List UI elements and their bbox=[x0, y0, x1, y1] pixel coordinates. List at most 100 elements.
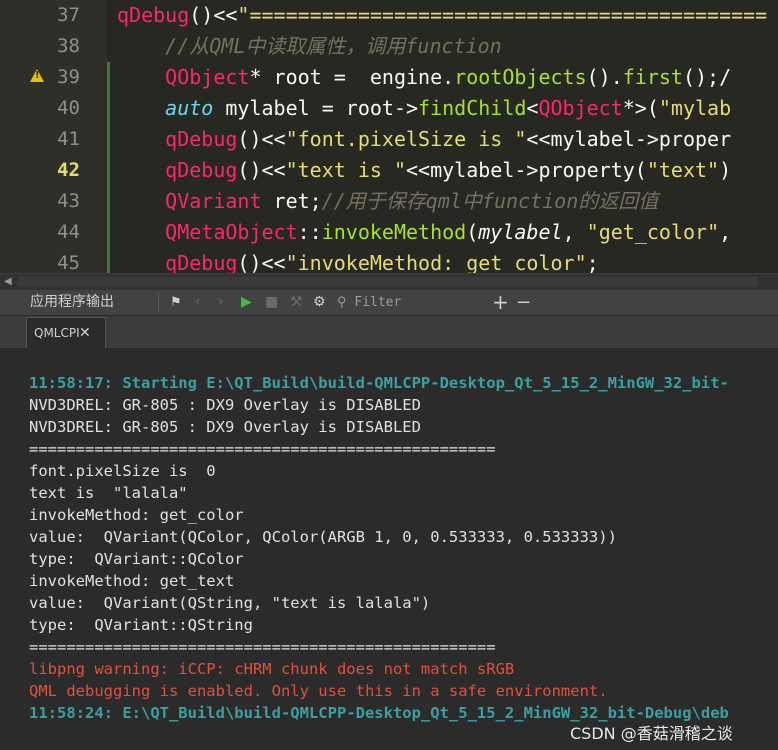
output-line: NVD3DREL: GR-805 : DX9 Overlay is DISABL… bbox=[29, 418, 421, 436]
horizontal-scrollbar[interactable]: ◀ bbox=[0, 273, 778, 290]
code-text: qDebug()<<"text is "<<mylabel->property(… bbox=[117, 155, 731, 186]
attach-icon[interactable]: ⚑ bbox=[170, 290, 182, 315]
run-icon[interactable]: ▶ bbox=[241, 290, 252, 315]
line-number: 45 bbox=[57, 252, 80, 273]
code-line[interactable]: 43 QVariant ret;//用于保存qml中function的返回值 bbox=[0, 186, 778, 217]
code-editor[interactable]: 37 qDebug()<<"===========================… bbox=[0, 0, 778, 273]
scroll-left-icon[interactable]: ◀ bbox=[4, 276, 12, 287]
code-token: ()<< bbox=[189, 3, 238, 27]
code-text: QObject* root = engine.rootObjects().fir… bbox=[117, 62, 731, 93]
output-line: invokeMethod: get_text bbox=[29, 572, 235, 590]
code-token: rootObjects bbox=[454, 65, 587, 89]
code-token: "text is " bbox=[285, 158, 407, 182]
output-line: value: QVariant(QColor, QColor(ARGB 1, 0… bbox=[29, 528, 617, 546]
code-token: //用于保存qml中function的返回值 bbox=[321, 189, 659, 213]
output-line: 11:58:17: Starting E:\QT_Build\build-QML… bbox=[29, 374, 729, 392]
output-line: libpng warning: iCCP: cHRM chunk does no… bbox=[29, 660, 515, 678]
tab-label: QMLCPI bbox=[34, 326, 80, 340]
output-line: type: QVariant::QString bbox=[29, 616, 253, 634]
line-number: 42 bbox=[57, 159, 80, 181]
code-token: <<mylabel->property( bbox=[406, 158, 647, 182]
code-line[interactable]: 39 QObject* root = engine.rootObjects().… bbox=[0, 62, 778, 93]
next-icon[interactable]: › bbox=[218, 290, 224, 315]
watermark: CSDN @香菇滑稽之谈 bbox=[570, 724, 733, 743]
code-token: ()<< bbox=[237, 158, 286, 182]
stop-icon[interactable]: ■ bbox=[265, 290, 278, 315]
line-number: 37 bbox=[57, 4, 80, 26]
change-marker bbox=[107, 217, 110, 248]
code-token: QObject bbox=[165, 65, 250, 89]
line-number: 40 bbox=[57, 97, 80, 119]
output-line: type: QVariant::QColor bbox=[29, 550, 244, 568]
remove-icon[interactable]: − bbox=[516, 290, 531, 315]
code-token: :: bbox=[297, 220, 322, 244]
change-marker bbox=[107, 93, 110, 124]
change-marker bbox=[107, 186, 110, 217]
output-line: NVD3DREL: GR-805 : DX9 Overlay is DISABL… bbox=[29, 396, 421, 414]
code-token: qDebug bbox=[117, 3, 190, 27]
code-token: findChild bbox=[418, 96, 527, 120]
code-token: "get_color" bbox=[586, 220, 720, 244]
code-token: mylabel bbox=[478, 220, 563, 244]
code-token: ret; bbox=[261, 189, 322, 213]
code-line[interactable]: 41 qDebug()<<"font.pixelSize is "<<mylab… bbox=[0, 124, 778, 155]
close-icon[interactable]: ✕ bbox=[79, 318, 91, 348]
toolbar-separator bbox=[158, 294, 159, 311]
output-line: invokeMethod: get_color bbox=[29, 506, 244, 524]
code-token: ( bbox=[466, 220, 479, 244]
code-token: "invokeMethod: get_color" bbox=[285, 251, 587, 273]
code-line[interactable]: 40 auto mylabel = root->findChild<QObjec… bbox=[0, 93, 778, 124]
output-line: font.pixelSize is 0 bbox=[29, 462, 216, 480]
code-text: qDebug()<<"font.pixelSize is "<<mylabel-… bbox=[117, 124, 731, 155]
code-line[interactable]: 42 qDebug()<<"text is "<<mylabel->proper… bbox=[0, 155, 778, 186]
code-line[interactable]: 44 QMetaObject::invokeMethod(mylabel, "g… bbox=[0, 217, 778, 248]
change-marker bbox=[107, 62, 110, 93]
line-number: 41 bbox=[57, 128, 80, 150]
line-number: 44 bbox=[57, 221, 80, 243]
code-token: ();/ bbox=[682, 65, 732, 89]
tab-qmlcpp[interactable]: QMLCPI ✕ bbox=[26, 317, 106, 348]
settings-gear-icon[interactable]: ⚙ bbox=[313, 290, 326, 315]
code-line[interactable]: 38 //从QML中读取属性，调用function bbox=[0, 31, 778, 62]
change-marker bbox=[107, 124, 110, 155]
code-token: QMetaObject bbox=[165, 220, 298, 244]
filter-input[interactable]: ⚲ Filter bbox=[337, 290, 401, 315]
filter-placeholder: Filter bbox=[354, 295, 402, 310]
code-token: < bbox=[526, 96, 539, 120]
code-token: * root = engine. bbox=[249, 65, 455, 89]
code-token: mylabel = root-> bbox=[213, 96, 419, 120]
code-token: *>( bbox=[622, 96, 659, 120]
code-text: qDebug()<<"=============================… bbox=[117, 0, 767, 31]
code-token: ) bbox=[719, 158, 732, 182]
code-text: auto mylabel = root->findChild<QObject*>… bbox=[117, 93, 731, 124]
code-token: ; bbox=[586, 251, 599, 273]
code-token: qDebug bbox=[165, 127, 238, 151]
scrollbar-thumb[interactable] bbox=[18, 277, 758, 287]
previous-icon[interactable]: ‹ bbox=[195, 290, 201, 315]
debug-icon[interactable]: ⚒ bbox=[290, 290, 303, 315]
add-icon[interactable]: + bbox=[492, 290, 509, 315]
change-marker bbox=[107, 155, 110, 186]
line-number: 38 bbox=[57, 35, 80, 57]
code-line[interactable]: 37 qDebug()<<"===========================… bbox=[0, 0, 778, 31]
output-line: ========================================… bbox=[29, 638, 496, 656]
change-marker bbox=[107, 248, 110, 273]
application-output[interactable]: 11:58:17: Starting E:\QT_Build\build-QML… bbox=[0, 348, 778, 750]
code-token: , bbox=[719, 220, 732, 244]
code-token: (). bbox=[586, 65, 623, 89]
code-token: "font.pixelSize is " bbox=[285, 127, 527, 151]
code-line[interactable]: 45 qDebug()<<"invokeMethod: get_color"; bbox=[0, 248, 778, 273]
warning-icon[interactable] bbox=[30, 69, 44, 82]
code-token: ()<< bbox=[237, 251, 286, 273]
output-line: text is "lalala" bbox=[29, 484, 188, 502]
code-token: ()<< bbox=[237, 127, 286, 151]
code-token: QObject bbox=[538, 96, 623, 120]
code-text: //从QML中读取属性，调用function bbox=[117, 31, 502, 62]
code-token: "=======================================… bbox=[237, 3, 768, 27]
code-token: "text" bbox=[646, 158, 720, 182]
